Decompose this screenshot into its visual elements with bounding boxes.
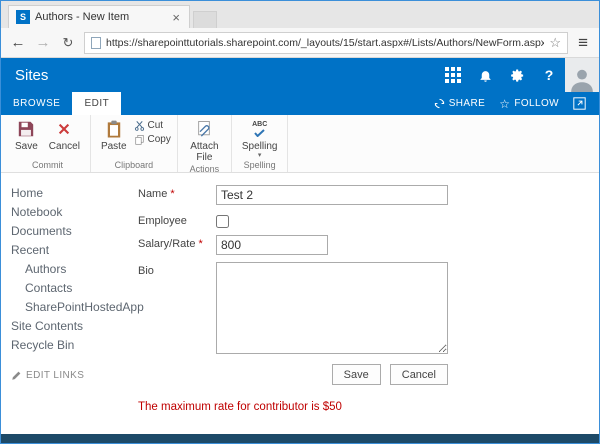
share-label: SHARE [448,98,486,109]
browser-tab[interactable]: S Authors - New Item × [8,5,190,28]
ribbon-cut-button[interactable]: Cut [134,120,171,131]
menu-icon[interactable]: ≡ [575,33,591,53]
save-floppy-icon [17,119,35,139]
page-content: Home Notebook Documents Recent Authors C… [1,173,599,434]
edit-links-button[interactable]: EDIT LINKS [11,370,131,381]
ribbon-attach-file-button[interactable]: Attach File [184,117,225,163]
form-buttons: Save Cancel [138,364,448,385]
sidebar-item-sharepointhostedapp[interactable]: SharePointHostedApp [11,297,144,316]
tab-close-icon[interactable]: × [170,11,182,24]
salary-label: Salary/Rate * [138,238,203,250]
spellcheck-abc-icon: ABC [252,119,267,139]
ribbon-group-clipboard: Paste Cut Copy Clipboard [91,115,178,172]
ribbon-group-commit: Save Cancel Commit [5,115,91,172]
ribbon-group-actions: Attach File Actions [178,115,232,174]
copy-icon [134,135,144,145]
share-button[interactable]: SHARE [427,98,492,109]
ribbon-tab-row: BROWSE EDIT SHARE ☆ FOLLOW [1,92,599,115]
spelling-dropdown-arrow: ▾ [257,152,262,159]
suitebar-actions: ? [437,58,599,92]
follow-star-icon: ☆ [499,96,511,111]
tab-title: Authors - New Item [35,11,130,23]
bell-icon [480,70,490,82]
new-tab-button[interactable] [193,11,217,28]
waffle-icon [445,67,461,83]
name-label: Name * [138,188,175,200]
quick-launch-nav: Home Notebook Documents Recent Authors C… [1,173,144,434]
salary-input[interactable] [216,235,328,255]
employee-label: Employee [138,215,187,227]
name-field-row: Name * [138,185,599,205]
bio-label: Bio [138,265,154,277]
follow-button[interactable]: ☆ FOLLOW [492,97,566,111]
bio-textarea[interactable] [216,262,448,354]
ribbon-save-button[interactable]: Save [11,117,42,152]
required-marker: * [170,188,175,200]
tab-edit[interactable]: EDIT [72,92,122,115]
commit-group-label: Commit [31,160,63,170]
spelling-group-label: Spelling [243,160,276,170]
sidebar-item-recent[interactable]: Recent [11,240,131,259]
app-launcher-button[interactable] [437,58,469,92]
favorites-star-icon[interactable]: ☆ [549,35,561,51]
sidebar-item-authors[interactable]: Authors [11,259,131,278]
ribbon-cancel-button[interactable]: Cancel [45,117,84,152]
settings-button[interactable] [501,58,533,92]
browser-tab-strip: S Authors - New Item × [1,1,599,28]
follow-label: FOLLOW [514,98,559,109]
tab-browse[interactable]: BROWSE [1,92,72,115]
cancel-x-icon [57,119,71,139]
sidebar-item-contacts[interactable]: Contacts [11,278,131,297]
gear-icon [510,68,523,82]
attach-file-icon [196,119,212,139]
page-icon [91,36,101,49]
window-bottom-edge [1,434,599,443]
suite-bar: Sites ? [1,58,599,92]
sidebar-item-notebook[interactable]: Notebook [11,202,131,221]
suitebar-title[interactable]: Sites [15,67,48,84]
pencil-icon [12,371,21,380]
bio-field-row: Bio [138,262,599,354]
new-item-form: Name * Employee Salary/Rate * Bio Save [131,173,599,434]
name-input[interactable] [216,185,448,205]
ribbon-group-spelling: ABC Spelling ▾ Spelling [232,115,289,172]
sidebar-item-home[interactable]: Home [11,183,131,202]
focus-icon [573,97,586,110]
employee-checkbox[interactable] [216,215,229,228]
required-marker: * [198,238,203,250]
url-text[interactable]: https://sharepointtutorials.sharepoint.c… [106,37,544,49]
paste-clipboard-icon [106,119,122,139]
ribbon-right-actions: SHARE ☆ FOLLOW [427,92,599,115]
ribbon: Save Cancel Commit Paste Cut Copy Clipbo… [1,115,599,174]
help-button[interactable]: ? [533,58,565,92]
user-avatar[interactable] [565,58,599,92]
ribbon-paste-button[interactable]: Paste [97,117,131,152]
browser-window: S Authors - New Item × ← → ↻ https://sha… [0,0,600,444]
share-icon [434,98,444,109]
validation-error-message: The maximum rate for contributor is $50 [138,401,342,413]
salary-field-row: Salary/Rate * [138,235,599,255]
sharepoint-favicon-icon: S [16,10,30,24]
person-icon [571,69,593,92]
forward-button[interactable]: → [34,35,52,50]
clipboard-group-label: Clipboard [114,160,154,170]
ribbon-spelling-button[interactable]: ABC Spelling ▾ [238,117,282,159]
focus-on-content-button[interactable] [566,97,593,110]
sidebar-item-documents[interactable]: Documents [11,221,131,240]
notifications-button[interactable] [469,58,501,92]
scissors-icon [134,121,144,131]
sidebar-item-site-contents[interactable]: Site Contents [11,316,131,335]
form-save-button[interactable]: Save [331,364,381,385]
refresh-button[interactable]: ↻ [59,36,77,49]
browser-navbar: ← → ↻ https://sharepointtutorials.sharep… [1,28,599,58]
employee-field-row: Employee [138,212,599,228]
ribbon-copy-button[interactable]: Copy [134,134,171,145]
form-cancel-button[interactable]: Cancel [389,364,448,385]
address-bar[interactable]: https://sharepointtutorials.sharepoint.c… [84,31,569,54]
back-button[interactable]: ← [9,35,27,50]
sidebar-item-recycle-bin[interactable]: Recycle Bin [11,335,131,354]
